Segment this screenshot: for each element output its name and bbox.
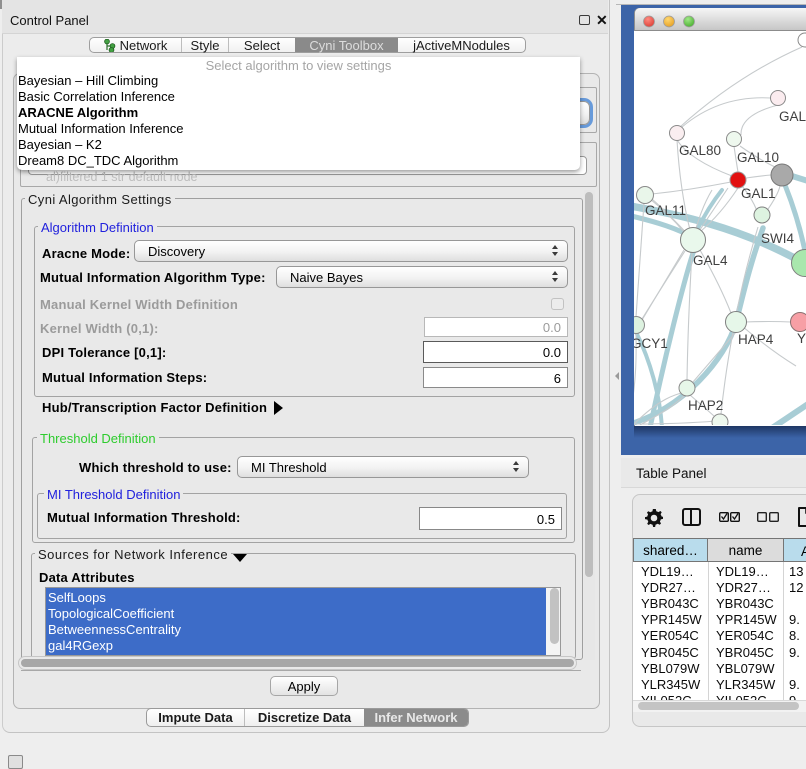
svg-text:GAL4: GAL4: [693, 253, 728, 268]
svg-text:GAL1: GAL1: [741, 186, 776, 201]
svg-text:SWI4: SWI4: [761, 231, 794, 246]
svg-text:GCY1: GCY1: [634, 336, 668, 351]
svg-text:GAL80: GAL80: [679, 143, 721, 158]
svg-text:HAP4: HAP4: [738, 332, 774, 347]
svg-text:GAL11: GAL11: [645, 203, 686, 218]
svg-text:GAL7: GAL7: [779, 109, 806, 124]
svg-text:Y: Y: [797, 331, 806, 346]
svg-text:GAL10: GAL10: [737, 150, 779, 165]
svg-text:HAP2: HAP2: [688, 398, 723, 413]
